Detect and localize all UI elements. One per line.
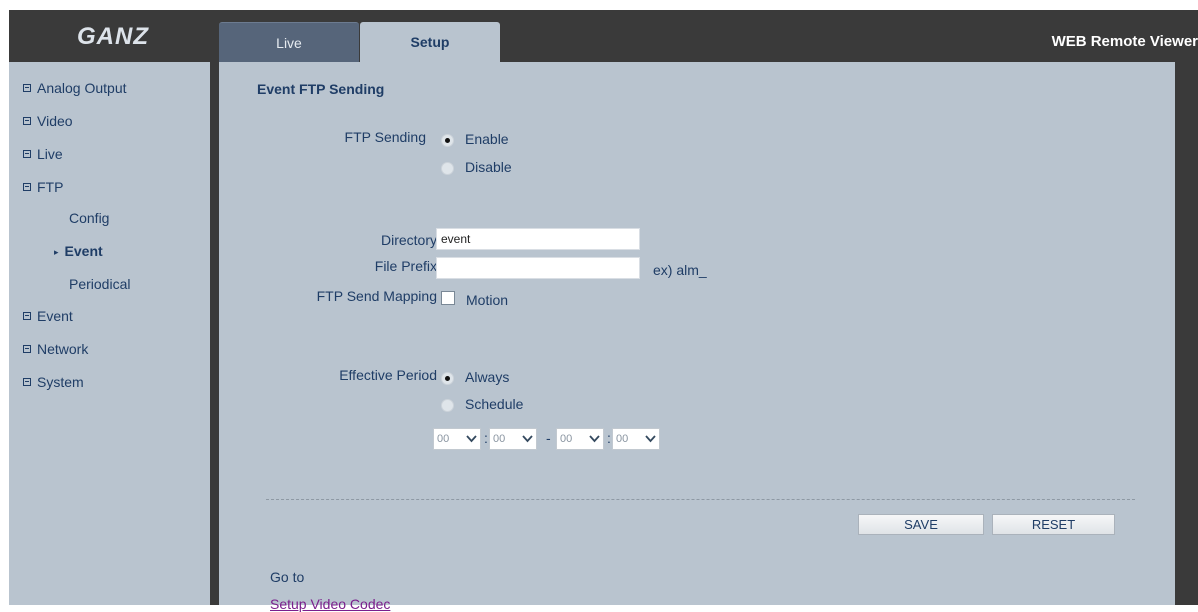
ftp-sending-label: FTP Sending	[344, 129, 426, 145]
tab-setup[interactable]: Setup	[360, 22, 500, 62]
sidebar-item-live[interactable]: Live	[23, 146, 63, 162]
effective-period-always-label[interactable]: Always	[465, 369, 509, 385]
end-minute-value: 00	[616, 433, 629, 445]
start-minute-value: 00	[493, 433, 506, 445]
start-minute-select[interactable]: 00	[489, 428, 537, 450]
sidebar-subitem-periodical[interactable]: Periodical	[69, 276, 130, 292]
tab-live[interactable]: Live	[219, 22, 359, 62]
dash-separator: -	[546, 430, 551, 446]
sidebar-item-event[interactable]: Event	[23, 308, 73, 324]
file-prefix-label: File Prefix	[374, 258, 437, 274]
expand-icon	[23, 84, 31, 93]
motion-checkbox[interactable]	[441, 291, 455, 305]
reset-button[interactable]: RESET	[992, 514, 1115, 535]
sidebar-subitem-label: Event	[64, 243, 103, 259]
sidebar-subitem-config[interactable]: Config	[69, 210, 109, 226]
effective-period-label: Effective Period	[339, 367, 437, 383]
ftp-sending-enable-label[interactable]: Enable	[465, 131, 509, 147]
app-title: WEB Remote Viewer	[1051, 33, 1198, 50]
chevron-down-icon	[466, 435, 477, 443]
effective-period-schedule-radio[interactable]	[441, 399, 454, 412]
expand-icon	[23, 378, 31, 387]
file-prefix-hint: ex) alm_	[653, 262, 707, 278]
sidebar-item-label: Event	[37, 308, 73, 324]
sidebar-item-label: Video	[37, 113, 73, 129]
sidebar-item-video[interactable]: Video	[23, 113, 73, 129]
sidebar: Analog Output Video Live FTP Config ▸ Eve…	[9, 62, 210, 605]
app-frame: GANZ Live Setup WEB Remote Viewer Analog…	[9, 10, 1198, 612]
sidebar-item-label: Analog Output	[37, 80, 127, 96]
main-panel: Event FTP Sending FTP Sending Enable Dis…	[219, 62, 1175, 612]
section-title: Event FTP Sending	[257, 81, 385, 97]
logo-text: GANZ	[77, 23, 149, 49]
colon-separator: :	[484, 430, 488, 446]
sidebar-item-label: FTP	[37, 179, 64, 195]
goto-label: Go to	[270, 569, 305, 585]
file-prefix-input[interactable]	[436, 257, 640, 279]
ftp-sending-enable-radio[interactable]	[441, 134, 454, 147]
chevron-down-icon	[522, 435, 533, 443]
save-button[interactable]: SAVE	[858, 514, 984, 535]
chevron-down-icon	[589, 435, 600, 443]
ftp-sending-disable-radio[interactable]	[441, 162, 454, 175]
setup-video-codec-link[interactable]: Setup Video Codec	[270, 596, 390, 612]
directory-label: Directory	[380, 232, 437, 248]
end-hour-value: 00	[560, 433, 573, 445]
sidebar-item-analog-output[interactable]: Analog Output	[23, 80, 127, 96]
effective-period-schedule-label[interactable]: Schedule	[465, 396, 523, 412]
expand-icon	[23, 117, 31, 126]
arrow-right-icon: ▸	[54, 246, 59, 257]
expand-icon	[23, 150, 31, 159]
sidebar-item-label: System	[37, 374, 84, 390]
sidebar-item-label: Network	[37, 341, 89, 357]
sidebar-item-label: Live	[37, 146, 63, 162]
ftp-sending-disable-label[interactable]: Disable	[465, 159, 512, 175]
ganz-logo: GANZ	[9, 10, 216, 62]
expand-icon	[23, 345, 31, 354]
expand-icon	[23, 312, 31, 321]
motion-label[interactable]: Motion	[466, 292, 508, 308]
expand-icon	[23, 183, 31, 192]
sidebar-item-ftp[interactable]: FTP	[23, 179, 63, 195]
divider	[266, 499, 1135, 500]
sidebar-item-system[interactable]: System	[23, 374, 84, 390]
end-hour-select[interactable]: 00	[556, 428, 604, 450]
directory-input[interactable]	[436, 228, 640, 250]
sidebar-subitem-event[interactable]: ▸ Event	[54, 243, 103, 259]
chevron-down-icon	[645, 435, 656, 443]
effective-period-always-radio[interactable]	[441, 372, 454, 385]
colon-separator: :	[607, 430, 611, 446]
ftp-send-mapping-label: FTP Send Mapping	[316, 288, 437, 304]
sidebar-item-network[interactable]: Network	[23, 341, 88, 357]
start-hour-value: 00	[437, 433, 450, 445]
end-minute-select[interactable]: 00	[612, 428, 660, 450]
start-hour-select[interactable]: 00	[433, 428, 481, 450]
